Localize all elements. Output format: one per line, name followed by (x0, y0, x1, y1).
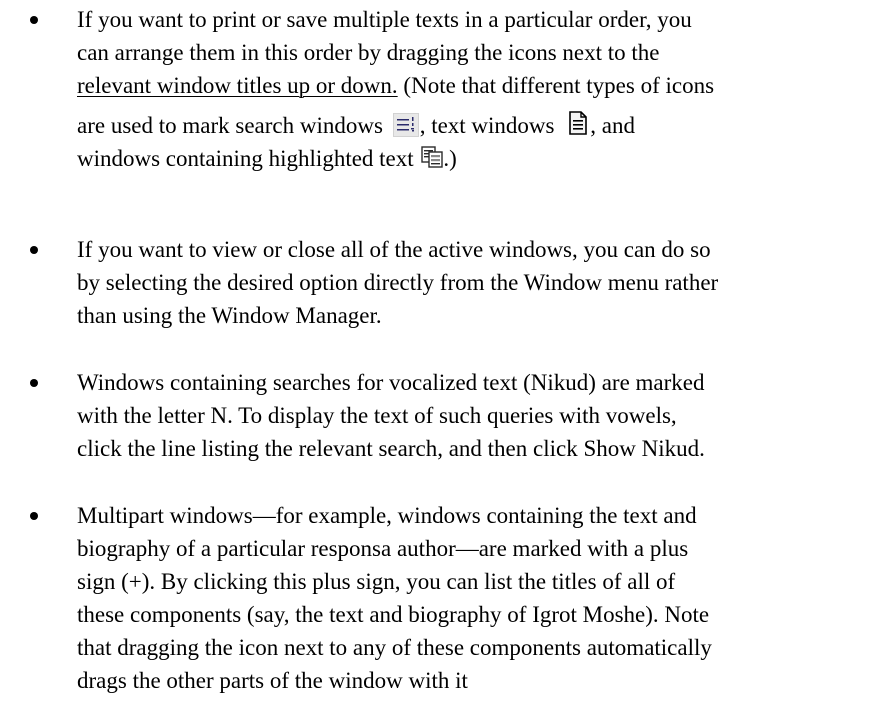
text-line: If you want to print or save multiple te… (77, 7, 692, 32)
text-span: , and (590, 113, 635, 138)
text-line: by selecting the desired option directly… (77, 270, 719, 295)
text-line: drags the other parts of the window with… (77, 668, 468, 693)
text-line: Multipart windows—for example, windows c… (77, 503, 697, 528)
text-line: than using the Window Manager. (77, 303, 382, 328)
text-span: windows containing highlighted text (77, 146, 420, 171)
bullet-marker (28, 3, 40, 36)
text-line: with the letter N. To display the text o… (77, 403, 677, 428)
text-span: .) (443, 146, 457, 171)
text-span: , text windows (419, 113, 561, 138)
text-span: are used to mark search windows (77, 113, 389, 138)
search-window-icon (392, 113, 419, 137)
bullet-marker (28, 499, 40, 532)
text-span: (Note that different types of icons (397, 73, 715, 98)
text-line: If you want to view or close all of the … (77, 237, 711, 262)
bullet-text: If you want to print or save multiple te… (77, 3, 877, 175)
underlined-text: relevant window titles up or down. (77, 73, 398, 98)
bullet-marker (28, 366, 40, 399)
bullet-text: Multipart windows—for example, windows c… (77, 499, 877, 697)
text-line: relevant window titles up or down. (Note… (77, 69, 877, 102)
bullet-text: Windows containing searches for vocalize… (77, 366, 877, 465)
text-window-icon (566, 110, 590, 136)
text-line: sign (+). By clicking this plus sign, yo… (77, 569, 676, 594)
bullet-marker (28, 233, 40, 266)
highlighted-text-window-icon (421, 146, 444, 168)
text-line: that dragging the icon next to any of th… (77, 635, 712, 660)
text-line: can arrange them in this order by draggi… (77, 40, 660, 65)
text-line: Windows containing searches for vocalize… (77, 370, 705, 395)
document-page: If you want to print or save multiple te… (0, 0, 879, 717)
text-line: windows containing highlighted text .) (77, 142, 877, 175)
text-line: biography of a particular responsa autho… (77, 536, 689, 561)
bullet-text: If you want to view or close all of the … (77, 233, 877, 332)
text-line: are used to mark search windows , text w… (77, 102, 877, 142)
text-line: click the line listing the relevant sear… (77, 436, 705, 461)
text-line: these components (say, the text and biog… (77, 602, 710, 627)
